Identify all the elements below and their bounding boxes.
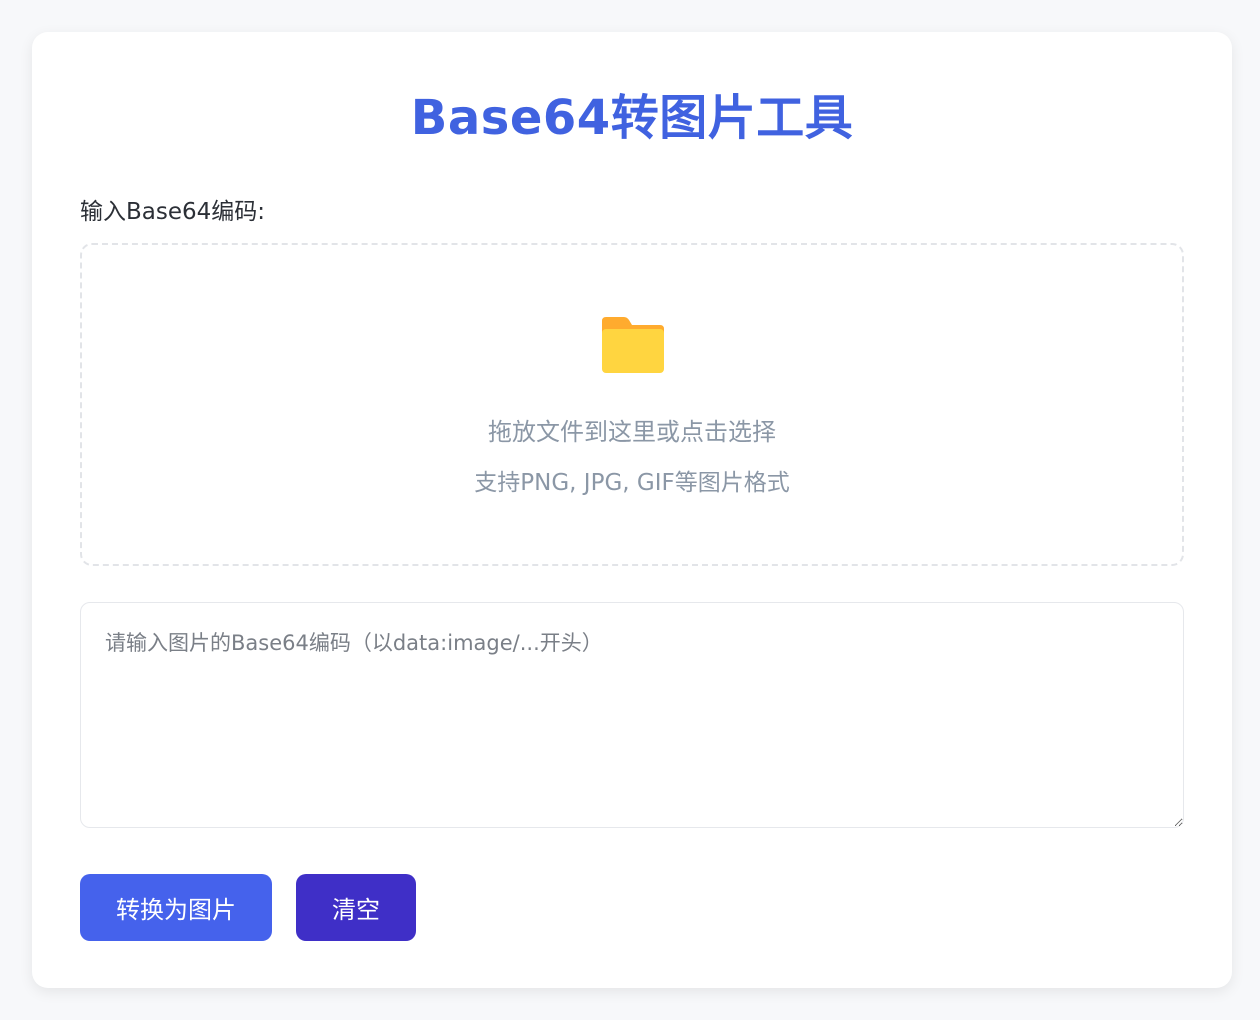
page-title: Base64转图片工具 [410,90,854,146]
file-dropzone[interactable]: 拖放文件到这里或点击选择 支持PNG, JPG, GIF等图片格式 [80,243,1184,566]
base64-input-label: 输入Base64编码: [80,199,266,225]
dropzone-sub-text: 支持PNG, JPG, GIF等图片格式 [474,470,790,496]
convert-to-image-button[interactable]: 转换为图片 [80,874,272,941]
clear-button[interactable]: 清空 [296,874,416,941]
main-card: Base64转图片工具 输入Base64编码: 拖放文件到这里或点击选择 支持P… [32,32,1232,988]
folder-icon [602,317,664,373]
base64-textarea[interactable] [80,602,1184,828]
dropzone-main-text: 拖放文件到这里或点击选择 [488,418,776,446]
